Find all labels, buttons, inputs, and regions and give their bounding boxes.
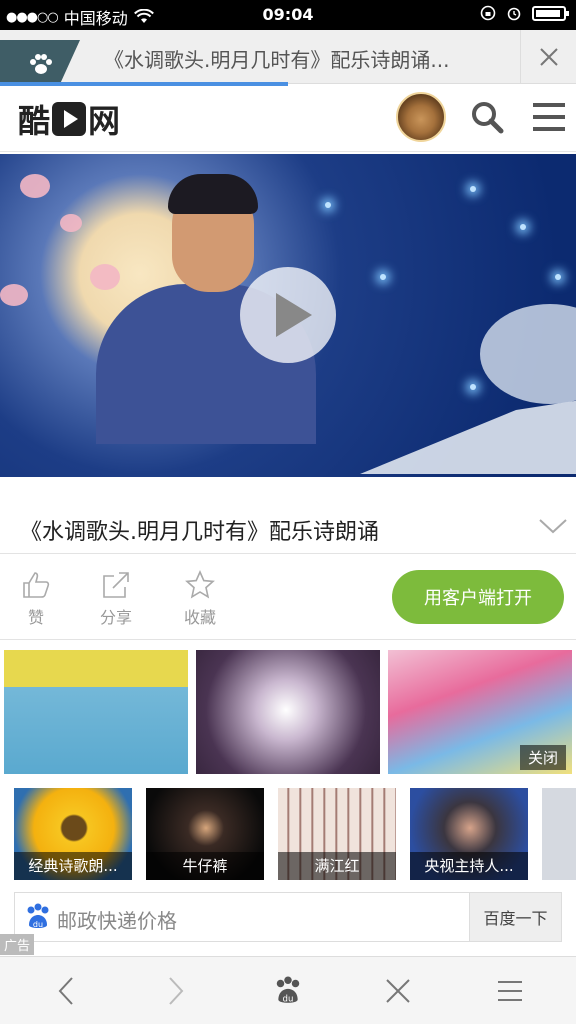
- paw-icon: [30, 54, 52, 74]
- star-icon: [185, 570, 215, 599]
- search-ad-box: du 邮政快递价格 百度一下: [14, 892, 562, 942]
- close-icon: [539, 48, 558, 66]
- browser-menu-button[interactable]: [490, 975, 530, 1007]
- browser-bottom-bar: du: [0, 956, 576, 1024]
- back-icon: [58, 977, 73, 1005]
- back-button[interactable]: [46, 975, 86, 1007]
- close-tab-icon: [386, 979, 410, 1003]
- ad-label: 广告: [0, 934, 35, 955]
- battery-icon: [532, 5, 569, 21]
- baidu-paw-icon: du: [276, 976, 300, 1005]
- menu-icon[interactable]: [532, 100, 566, 134]
- logo-text-left: 酷: [18, 102, 51, 140]
- forward-button[interactable]: [156, 975, 196, 1007]
- thumbs-up-icon: [23, 572, 50, 598]
- favorite-button[interactable]: 收藏: [170, 570, 230, 628]
- ad-thumbnail[interactable]: [4, 650, 188, 774]
- chevron-down-icon[interactable]: [538, 516, 568, 536]
- related-videos: 经典诗歌朗... 牛仔裤 满江红 央视主持人...: [0, 788, 576, 880]
- share-button[interactable]: 分享: [86, 570, 146, 628]
- close-ad-button[interactable]: 关闭: [519, 745, 566, 770]
- ad-thumbnail[interactable]: 关闭: [388, 650, 572, 774]
- play-icon: [52, 102, 87, 136]
- tab-close-button[interactable]: [520, 30, 576, 84]
- light-dot: [470, 186, 476, 192]
- ad-thumbnails: 关闭: [0, 650, 576, 774]
- svg-text:du: du: [33, 920, 43, 929]
- video-title-row: 《水调歌头.明月几时有》配乐诗朗诵: [0, 478, 576, 554]
- blossom: [20, 174, 50, 198]
- lock-rotation-icon: [480, 5, 496, 21]
- search-button[interactable]: 百度一下: [469, 893, 561, 941]
- related-video-caption: 满江红: [278, 852, 396, 880]
- related-video-item[interactable]: 牛仔裤: [146, 788, 264, 880]
- ad-thumbnail[interactable]: [196, 650, 380, 774]
- avatar[interactable]: [396, 92, 446, 142]
- related-video-caption: 央视主持人...: [410, 852, 528, 880]
- play-button[interactable]: [240, 267, 336, 363]
- light-dot: [325, 202, 331, 208]
- forward-icon: [169, 977, 184, 1005]
- svg-text:du: du: [283, 995, 294, 1005]
- browser-tab-bar: 《水调歌头.明月几时有》配乐诗朗诵...: [0, 30, 576, 84]
- related-video-item[interactable]: 经典诗歌朗...: [14, 788, 132, 880]
- video-player[interactable]: [0, 154, 576, 477]
- home-button[interactable]: du: [268, 975, 308, 1007]
- roof: [360, 394, 576, 474]
- blossom: [90, 264, 120, 290]
- close-page-button[interactable]: [378, 975, 418, 1007]
- tab-title[interactable]: 《水调歌头.明月几时有》配乐诗朗诵...: [104, 44, 504, 73]
- like-label: 赞: [27, 608, 44, 627]
- share-icon: [103, 572, 129, 598]
- light-dot: [555, 274, 561, 280]
- like-button[interactable]: 赞: [6, 570, 66, 628]
- related-video-item[interactable]: 央视主持人...: [410, 788, 528, 880]
- related-video-caption: 经典诗歌朗...: [14, 852, 132, 880]
- light-dot: [470, 384, 476, 390]
- light-dot: [380, 274, 386, 280]
- open-in-app-button[interactable]: 用客户端打开: [392, 570, 564, 624]
- narrator-hair: [168, 174, 258, 214]
- snow-tree: [480, 304, 576, 404]
- related-video-caption: 牛仔裤: [146, 852, 264, 880]
- blossom: [60, 214, 82, 232]
- search-icon[interactable]: [470, 100, 504, 134]
- alarm-icon: [507, 7, 521, 21]
- related-video-item[interactable]: 满江红: [278, 788, 396, 880]
- menu-lines-icon: [498, 981, 522, 1001]
- baidu-paw-icon: du: [27, 903, 49, 929]
- related-video-item[interactable]: [542, 788, 576, 880]
- action-bar: 赞 分享 收藏 用客户端打开: [0, 556, 576, 640]
- video-title: 《水调歌头.明月几时有》配乐诗朗诵: [20, 520, 379, 545]
- light-dot: [520, 224, 526, 230]
- logo-text-right: 网: [88, 102, 121, 140]
- search-input[interactable]: 邮政快递价格: [57, 905, 177, 934]
- site-logo[interactable]: 酷 网: [18, 96, 120, 142]
- blossom: [0, 284, 28, 306]
- site-header: 酷 网: [0, 86, 576, 152]
- status-bar: ●●●○○ 中国移动 09:04: [0, 0, 576, 30]
- share-label: 分享: [99, 608, 132, 627]
- favorite-label: 收藏: [183, 608, 216, 627]
- status-right: [480, 5, 569, 21]
